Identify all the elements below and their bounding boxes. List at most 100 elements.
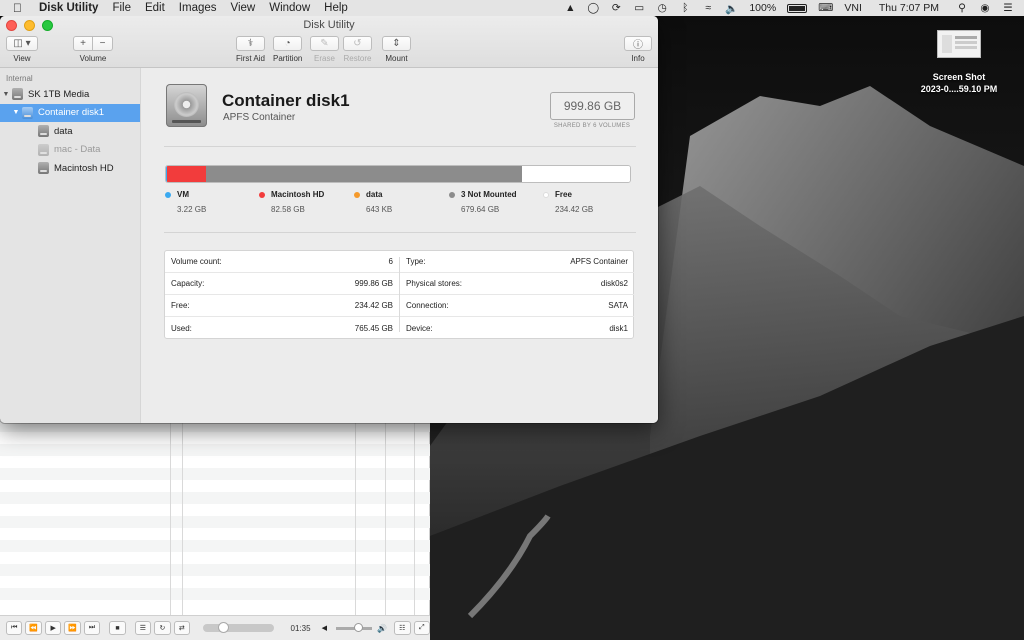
erase-label: Erase [314,54,335,63]
legend-label: Macintosh HD [271,190,325,199]
hard-drive-icon [166,84,207,127]
sidebar-item-sk-1tb-media[interactable]: ▼ SK 1TB Media [0,85,140,104]
sidebar-header-internal: Internal [6,74,33,83]
fullscreen-icon[interactable]: ⤢ [413,621,430,635]
menu-edit[interactable]: Edit [145,2,165,14]
menu-view[interactable]: View [231,2,256,14]
restore-button[interactable]: ↺ [343,36,372,51]
erase-button[interactable]: ✎ [310,36,339,51]
info-column-right: Type: APFS Container Physical stores: disk0… [400,251,634,338]
bluetooth-icon[interactable]: ᛒ [679,2,691,14]
legend-value: 679.64 GB [461,205,500,214]
playlist [0,420,430,615]
info-button[interactable]: ⓘ [624,36,652,51]
main-pane: Container disk1 APFS Container 999.86 GB… [142,68,658,423]
player-volume-slider[interactable] [335,622,373,632]
usage-segment [167,166,206,182]
playback-progress-knob[interactable] [217,622,229,633]
partition-button[interactable]: ◔ [273,36,303,51]
sidebar-item-data[interactable]: data [0,122,140,141]
volume-toolbar-item: + − Volume [73,36,113,63]
shuffle-icon[interactable]: ⇄ [173,621,191,635]
player-volume-knob[interactable] [353,622,363,632]
legend-label: data [366,190,383,199]
info-row: Volume count: 6 [165,251,399,273]
skip-forward-icon[interactable]: ⏭ [83,621,101,635]
legend-item: Macintosh HD 82.58 GB [259,190,324,214]
toolbar: Disk Utility ◫ ▾ View + − Volume ⚕ First… [0,16,658,68]
sidebar-item-container-disk1[interactable]: ▼ Container disk1 [0,103,140,122]
mount-button[interactable]: ⇕ [382,36,411,51]
legend-color-dot [354,191,360,198]
skip-back-icon[interactable]: ⏮ [6,621,23,635]
apple-menu-icon[interactable]:  [13,1,27,15]
time-machine-icon[interactable]: ◷ [656,2,668,14]
spotlight-icon[interactable]: ⚲ [956,2,968,14]
usage-legend: VM 3.22 GB Macintosh HD 82.58 GB data 643 KB 3… [165,190,635,220]
menu-bar:  Disk Utility File Edit Images View Win… [0,0,1024,16]
airplay-icon[interactable]: ▭ [633,2,645,14]
screenshot-thumbnail [937,30,981,58]
first-aid-button[interactable]: ⚕ [236,36,265,51]
vlc-icon[interactable]: ▲ [564,2,576,14]
info-row: Connection: SATA [400,295,634,317]
legend-item: data 643 KB [354,190,392,214]
siri-icon[interactable]: ◉ [979,2,991,14]
legend-label: Free [555,190,572,199]
battery-icon[interactable] [787,3,808,13]
play-icon[interactable]: ▶ [44,621,62,635]
remove-volume-button[interactable]: − [93,36,113,51]
legend-label: 3 Not Mounted [461,190,517,199]
legend-value: 234.42 GB [555,205,594,214]
keyboard-icon[interactable]: ⌨ [818,2,833,14]
playlist-icon[interactable]: ☰ [134,621,152,635]
stop-icon[interactable]: ■ [109,621,126,635]
sidebar-item-mac-data[interactable]: mac - Data [0,141,140,160]
info-label: Info [631,54,645,63]
desktop-screenshot-file[interactable]: Screen Shot 2023-0....59.10 PM [914,30,1004,94]
input-source[interactable]: VNI [844,2,862,14]
desktop-file-name-line1: Screen Shot [932,72,986,82]
disclosure-triangle-icon[interactable]: ▼ [0,91,12,98]
volume-subtitle: APFS Container [223,112,296,123]
volume-icon[interactable]: 🔈 [725,2,738,15]
wifi-icon[interactable]: ≈ [702,2,714,14]
view-button[interactable]: ◫ ▾ [6,36,38,51]
fast-forward-icon[interactable]: ⏩ [64,621,81,635]
menu-window[interactable]: Window [269,2,310,14]
creative-cloud-icon[interactable]: ◯ [587,2,599,14]
sync-icon[interactable]: ⟳ [610,2,622,14]
add-volume-button[interactable]: + [73,36,93,51]
info-value: 6 [388,257,393,266]
menu-extras: ▲ ◯ ⟳ ▭ ◷ ᛒ ≈ 🔈 100% ⌨ VNI Thu 7:07 PM ⚲… [564,0,1024,16]
equalizer-icon[interactable]: ☷ [394,621,411,635]
menu-file[interactable]: File [112,2,131,14]
legend-color-dot [543,191,549,198]
notification-center-icon[interactable]: ☰ [1002,2,1014,14]
volume-low-icon: ◀ [321,625,327,632]
usage-segment [206,166,522,182]
mount-toolbar-item: ⇕ Mount [382,36,411,63]
rewind-icon[interactable]: ⏪ [25,621,42,635]
sidebar-item-macintosh-hd[interactable]: Macintosh HD [0,159,140,178]
disk-utility-window: Disk Utility ◫ ▾ View + − Volume ⚕ First… [0,16,658,423]
info-key: Capacity: [171,279,205,288]
drive-icon [12,88,23,101]
info-value: 765.45 GB [354,323,393,333]
menu-app-name[interactable]: Disk Utility [39,2,98,14]
desktop-file-name-line2: 2023-0....59.10 PM [920,84,998,94]
info-key: Free: [171,301,190,310]
menu-images[interactable]: Images [179,2,217,14]
info-value: disk1 [609,323,628,333]
volume-icon [38,143,49,156]
repeat-icon[interactable]: ↻ [154,621,171,635]
playback-progress-slider[interactable] [203,622,274,633]
volume-label: Volume [79,54,107,63]
container-icon [22,106,33,119]
menu-help[interactable]: Help [324,2,348,14]
battery-percent[interactable]: 100% [749,2,776,14]
menu-clock[interactable]: Thu 7:07 PM [879,2,939,14]
info-key: Used: [171,323,192,333]
disclosure-triangle-icon[interactable]: ▼ [10,109,22,116]
window-title: Disk Utility [303,19,355,31]
